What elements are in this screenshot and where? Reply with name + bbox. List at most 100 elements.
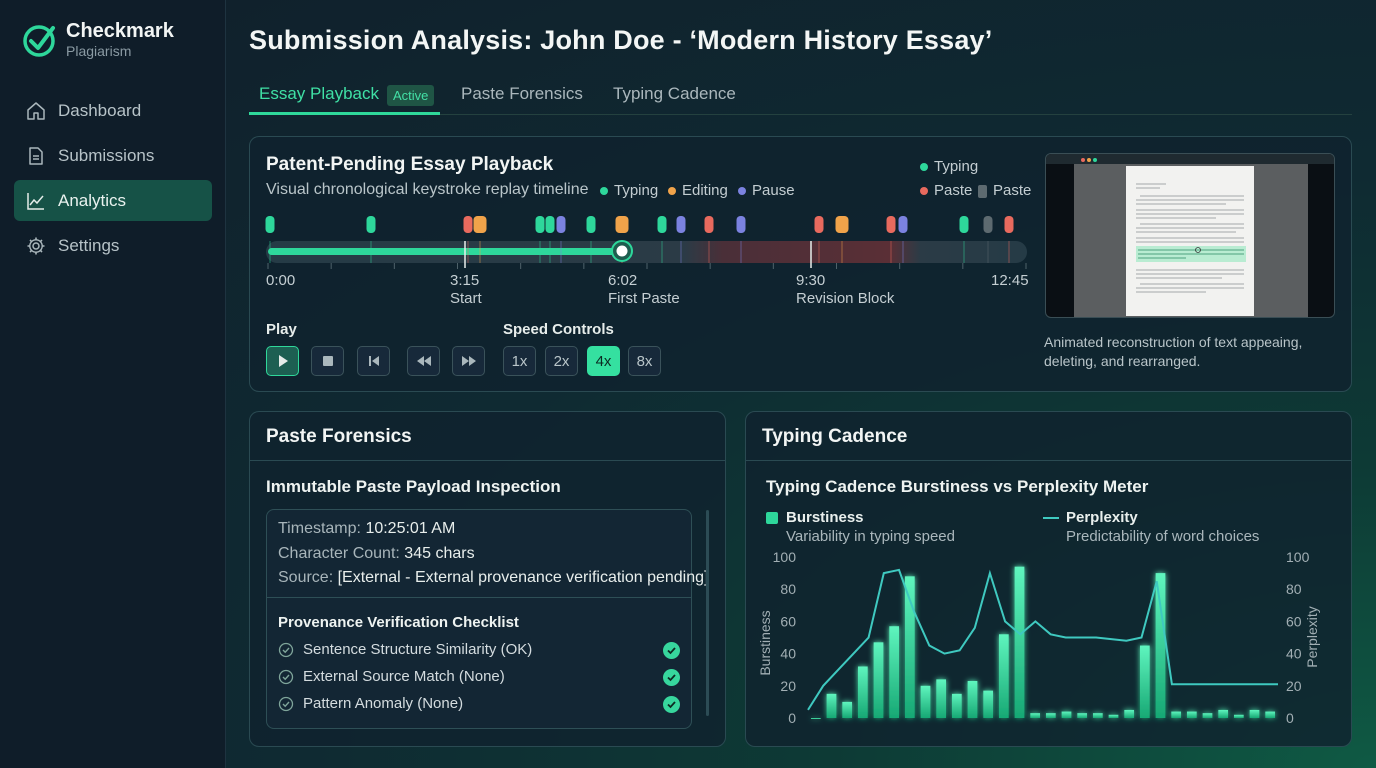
tab-label: Paste Forensics <box>461 84 583 103</box>
playback-title: Patent-Pending Essay Playback <box>266 154 554 175</box>
fast-forward-button[interactable] <box>452 346 485 376</box>
legend-line <box>1043 516 1059 519</box>
tab-essay-playback[interactable]: Essay Playback Active <box>249 78 440 115</box>
legend-label: Paste <box>934 182 973 199</box>
timeline-event-paste[interactable] <box>704 216 714 233</box>
gear-icon <box>27 237 45 254</box>
speed-2x-button[interactable]: 2x <box>545 346 578 376</box>
tab-typing-cadence[interactable]: Typing Cadence <box>613 78 736 115</box>
timeline-event-typing[interactable] <box>535 216 545 233</box>
legend-typing: Typing <box>600 182 658 199</box>
legend-label: Typing <box>614 182 659 199</box>
active-badge: Active <box>387 85 435 106</box>
timeline-event-typing[interactable] <box>586 216 596 233</box>
timeline-event-paste[interactable] <box>1004 216 1014 233</box>
legend-burstiness: Burstiness <box>766 509 864 526</box>
y-tick-left: 80 <box>780 581 796 597</box>
timeline-event-pause[interactable] <box>556 216 566 233</box>
speed-1x-button[interactable]: 1x <box>503 346 536 376</box>
legend-square <box>978 184 987 198</box>
marker-label: Revision Block <box>796 290 895 307</box>
legend-perplexity-desc: Predictability of word choices <box>1066 528 1260 545</box>
playback-preview-window[interactable] <box>1045 153 1335 318</box>
payload-scrollbar[interactable] <box>706 510 709 716</box>
paste-forensics-title: Paste Forensics <box>266 426 412 447</box>
legend-perplexity: Perplexity <box>1043 509 1138 526</box>
burstiness-bar <box>1218 709 1229 718</box>
status-ok-icon <box>663 669 680 686</box>
time-label: 12:45 <box>991 272 1029 289</box>
timeline-event-paste[interactable] <box>814 216 824 233</box>
sidebar-item-label: Settings <box>58 235 120 255</box>
time-label: 0:00 <box>266 272 296 289</box>
checklist-item: Sentence Structure Similarity (OK) <box>278 641 532 658</box>
burstiness-bar <box>842 701 853 718</box>
playback-timeline[interactable] <box>250 205 1040 275</box>
page-title: Submission Analysis: John Doe - ‘Modern … <box>249 25 993 55</box>
timeline-event-typing[interactable] <box>366 216 376 233</box>
y-tick-left: 100 <box>773 549 797 565</box>
y-tick-left: 20 <box>780 678 796 694</box>
window-dot <box>1093 158 1097 162</box>
sidebar-item-settings[interactable]: Settings <box>14 225 212 266</box>
timeline-event-editing[interactable] <box>473 216 487 233</box>
stop-icon <box>322 356 333 366</box>
timeline-event-pause[interactable] <box>736 216 746 233</box>
burstiness-bar <box>857 666 868 718</box>
stop-button[interactable] <box>311 346 344 376</box>
timeline-event-editing[interactable] <box>835 216 849 233</box>
payload-inspection-title: Immutable Paste Payload Inspection <box>266 477 561 496</box>
play-button[interactable] <box>266 346 299 376</box>
y-tick-left: 40 <box>780 646 796 662</box>
sidebar-item-label: Dashboard <box>58 100 142 120</box>
checkmark-logo-icon <box>23 25 55 57</box>
check-circle-icon <box>278 669 294 684</box>
document-icon <box>29 146 43 165</box>
brand-name: Checkmark <box>66 20 174 42</box>
timeline-event-typing[interactable] <box>959 216 969 233</box>
timeline-event-typing[interactable] <box>265 216 275 233</box>
rewind-icon <box>416 356 431 366</box>
y-tick-left: 60 <box>780 613 796 629</box>
tab-label: Typing Cadence <box>613 84 736 103</box>
timeline-event-typing[interactable] <box>657 216 667 233</box>
document-text-lines <box>1136 183 1246 293</box>
tab-paste-forensics[interactable]: Paste Forensics <box>461 78 583 115</box>
marker-label: Start <box>450 290 482 307</box>
y-tick-right: 100 <box>1286 549 1310 565</box>
burstiness-bar <box>936 679 947 718</box>
rewind-button[interactable] <box>407 346 440 376</box>
burstiness-bar <box>1014 566 1025 718</box>
fast-forward-icon <box>461 356 476 366</box>
timeline-event-typing[interactable] <box>545 216 555 233</box>
sidebar-item-submissions[interactable]: Submissions <box>14 135 212 176</box>
burstiness-bar <box>1186 711 1197 718</box>
playback-subtitle: Visual chronological keystroke replay ti… <box>266 181 589 198</box>
timestamp-value: 10:25:01 AM <box>365 520 456 537</box>
burstiness-bar <box>1171 711 1182 718</box>
sidebar: Checkmark Plagiarism Dashboard Submissio… <box>0 0 226 768</box>
timeline-event-paste[interactable] <box>463 216 473 233</box>
timeline-event-editing[interactable] <box>615 216 629 233</box>
chart-line-icon <box>27 192 44 210</box>
timestamp-row: Timestamp: 10:25:01 AM <box>278 520 455 538</box>
sidebar-item-label: Submissions <box>58 145 155 165</box>
burstiness-bar <box>920 685 931 718</box>
speed-4x-button[interactable]: 4x <box>587 346 620 376</box>
brand[interactable]: Checkmark Plagiarism <box>22 20 174 60</box>
y-tick-right: 0 <box>1286 710 1294 726</box>
timeline-event-pause[interactable] <box>676 216 686 233</box>
brand-subtitle: Plagiarism <box>66 43 132 59</box>
timeline-event-paste[interactable] <box>886 216 896 233</box>
speed-8x-button[interactable]: 8x <box>628 346 661 376</box>
sidebar-item-analytics[interactable]: Analytics <box>14 180 212 221</box>
timeline-event-pause[interactable] <box>898 216 908 233</box>
char-count-value: 345 chars <box>404 545 475 562</box>
timeline-event-paste_gray[interactable] <box>983 216 993 233</box>
field-label: Character Count: <box>278 545 400 562</box>
chart-title: Typing Cadence Burstiness vs Perplexity … <box>766 477 1149 496</box>
sidebar-item-dashboard[interactable]: Dashboard <box>14 90 212 131</box>
checklist-item-label: Pattern Anomaly (None) <box>303 695 464 712</box>
preview-caption: Animated reconstruction of text appeaing… <box>1044 334 1303 369</box>
skip-back-button[interactable] <box>357 346 390 376</box>
